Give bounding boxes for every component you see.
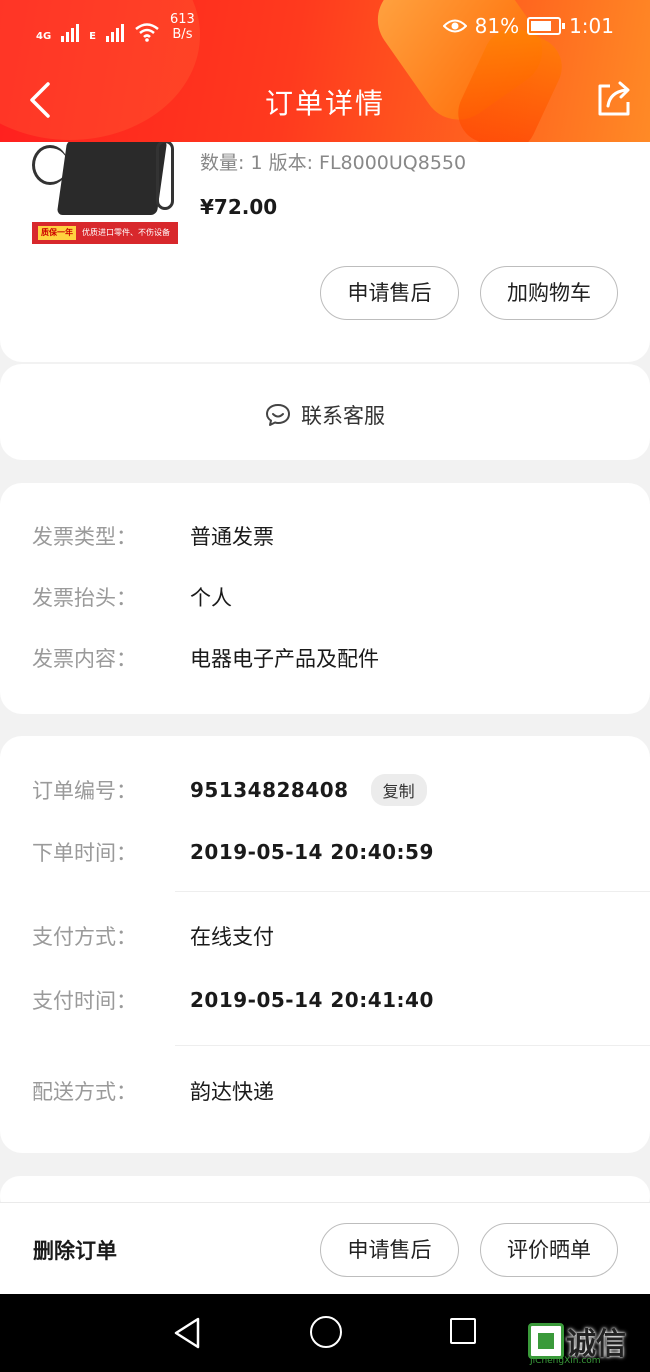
eye-icon [442,19,467,33]
contact-service-label: 联系客服 [301,404,385,428]
order-time-value: 2019-05-14 20:40:59 [190,840,434,864]
signal-icon [106,22,125,42]
product-spec: 数量: 1 版本: FL8000UQ8550 [200,152,467,174]
network-type-1: 4G [36,31,52,42]
share-icon[interactable] [594,76,634,120]
product-image-adapter [56,140,168,215]
pay-time-value: 2019-05-14 20:41:40 [190,988,434,1012]
product-image-banner: 质保一年 优质进口零件、不伤设备 [32,222,178,244]
status-bar: 4G E 613 B/s 81% 1:01 [0,0,650,56]
pay-method-row: 支付方式： 在线支付 [32,921,274,951]
bottom-action-bar: 删除订单 申请售后 评价晒单 [0,1202,650,1294]
product-image-cable [156,140,174,210]
invoice-card: 发票类型： 普通发票 发票抬头： 个人 发票内容： 电器电子产品及配件 [0,483,650,714]
order-time-label: 下单时间： [32,841,137,865]
order-info-card: 订单编号： 95134828408 复制 下单时间： 2019-05-14 20… [0,736,650,1153]
pay-method-label: 支付方式： [32,925,137,949]
invoice-title-label: 发票抬头： [32,586,137,610]
battery-icon [527,17,566,35]
pay-method-value: 在线支付 [190,925,274,949]
watermark-sub: JiChengXin.com [530,1356,601,1366]
apply-after-sale-button[interactable]: 申请售后 [320,266,459,320]
clock: 1:01 [569,14,614,38]
network-speed: 613 B/s [170,12,195,42]
invoice-content-value: 电器电子产品及配件 [190,647,379,671]
watermark: 诚信 JiChengXin.com [528,1318,626,1366]
divider [175,1045,650,1046]
product-price: ¥72.00 [200,195,278,219]
system-recents-icon[interactable] [450,1318,476,1344]
chat-bubble-icon [266,404,290,426]
order-time-row: 下单时间： 2019-05-14 20:40:59 [32,837,434,867]
network-speed-unit: B/s [172,27,193,42]
warranty-badge: 质保一年 [38,226,76,240]
battery-percent: 81% [474,14,520,38]
delivery-label: 配送方式： [32,1080,137,1104]
review-order-button[interactable]: 评价晒单 [480,1223,618,1277]
copy-button[interactable]: 复制 [370,774,427,806]
signal-icon [61,22,80,42]
delivery-row: 配送方式： 韵达快递 [32,1076,274,1106]
pay-time-row: 支付时间： 2019-05-14 20:41:40 [32,985,434,1015]
delivery-value: 韵达快递 [190,1080,274,1104]
contact-service-button[interactable]: 联系客服 [0,400,650,430]
order-number-value: 95134828408 [190,778,349,802]
product-image[interactable]: 质保一年 优质进口零件、不伤设备 [32,140,178,244]
system-back-icon[interactable] [172,1316,204,1350]
invoice-type-label: 发票类型： [32,525,137,549]
apply-after-sale-button-bottom[interactable]: 申请售后 [320,1223,459,1277]
invoice-title-value: 个人 [190,586,232,610]
system-home-icon[interactable] [310,1316,342,1348]
product-image-caption: 优质进口零件、不伤设备 [82,228,170,237]
header: 4G E 613 B/s 81% 1:01 订单详情 [0,0,650,142]
page-title: 订单详情 [264,87,385,120]
invoice-content-row: 发票内容： 电器电子产品及配件 [32,643,379,673]
pay-time-label: 支付时间： [32,989,137,1013]
watermark-logo-icon [528,1323,564,1359]
order-number-row: 订单编号： 95134828408 复制 [32,774,427,806]
network-type-2: E [89,31,97,42]
delete-order-button[interactable]: 删除订单 [33,1235,117,1265]
wifi-icon [135,23,159,42]
divider [175,891,650,892]
invoice-title-row: 发票抬头： 个人 [32,582,232,612]
add-to-cart-button[interactable]: 加购物车 [480,266,618,320]
invoice-type-value: 普通发票 [190,525,274,549]
network-speed-value: 613 [170,12,195,27]
contact-service-card[interactable]: 联系客服 [0,364,650,460]
order-number-label: 订单编号： [32,779,137,803]
invoice-content-label: 发票内容： [32,647,137,671]
nav-bar: 订单详情 [0,60,650,140]
invoice-type-row: 发票类型： 普通发票 [32,521,274,551]
